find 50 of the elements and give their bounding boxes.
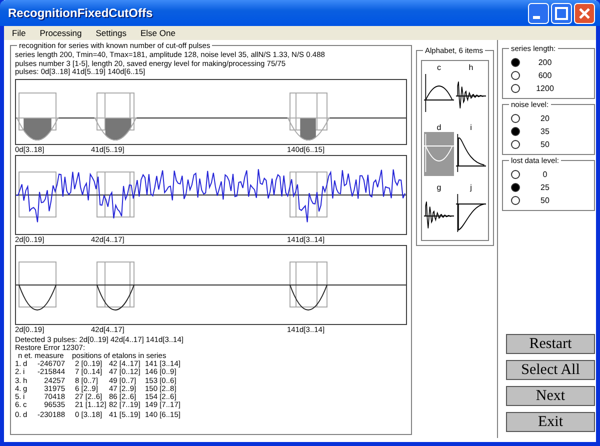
item-label: h xyxy=(468,63,474,72)
window-frame xyxy=(290,171,328,217)
radio-label[interactable]: 35 xyxy=(520,127,570,136)
menu-item[interactable]: Else One xyxy=(134,28,184,38)
radio-label[interactable]: 200 xyxy=(520,58,570,67)
pulse-shape xyxy=(288,117,330,140)
window-frame xyxy=(290,261,328,307)
menu-item[interactable]: Settings xyxy=(90,28,134,38)
window-frame xyxy=(96,261,134,307)
window-frame xyxy=(96,171,134,217)
pulse-shape xyxy=(94,117,136,140)
radio-button[interactable] xyxy=(511,140,520,149)
item-label: i xyxy=(470,123,472,132)
window-frame xyxy=(290,92,328,130)
pulse-shape xyxy=(96,284,134,310)
maximize-icon[interactable] xyxy=(551,2,572,24)
radio-label[interactable]: 20 xyxy=(520,114,570,123)
radio-label[interactable]: 50 xyxy=(520,140,570,149)
radio-label[interactable]: 0 xyxy=(520,170,570,179)
item-label: j xyxy=(470,183,472,192)
radio-button[interactable] xyxy=(511,183,520,192)
menu-item[interactable]: Processing xyxy=(34,28,90,38)
radio-button[interactable] xyxy=(511,196,520,205)
action-button[interactable]: Next xyxy=(506,386,595,406)
radio-label[interactable]: 1200 xyxy=(520,84,570,93)
radio-label[interactable]: 25 xyxy=(520,183,570,192)
radio-label[interactable]: 600 xyxy=(520,71,570,80)
radio-button[interactable] xyxy=(511,170,520,179)
menu-item[interactable]: File xyxy=(6,28,34,38)
radio-button[interactable] xyxy=(511,127,520,136)
action-button[interactable]: Select All xyxy=(506,360,595,380)
window-frame xyxy=(18,261,56,307)
curve-thumbnail[interactable] xyxy=(424,132,454,176)
radio-label[interactable]: 50 xyxy=(520,196,570,205)
action-button[interactable]: Restart xyxy=(506,334,595,354)
action-button[interactable]: Exit xyxy=(506,412,595,432)
pulse-shape xyxy=(16,117,58,140)
item-label: g xyxy=(436,183,442,192)
item-label: c xyxy=(437,63,441,72)
minimize-icon[interactable] xyxy=(528,2,549,24)
radio-button[interactable] xyxy=(511,114,520,123)
pulse-shape xyxy=(18,284,56,310)
window-title: RecognitionFixedCutOffs xyxy=(8,6,154,20)
window-frame xyxy=(18,171,56,217)
item-label: d xyxy=(436,123,442,132)
radio-button[interactable] xyxy=(511,84,520,93)
radio-button[interactable] xyxy=(511,71,520,80)
close-icon[interactable] xyxy=(574,2,595,24)
radio-button[interactable] xyxy=(511,58,520,67)
pulse-shape xyxy=(290,284,328,310)
